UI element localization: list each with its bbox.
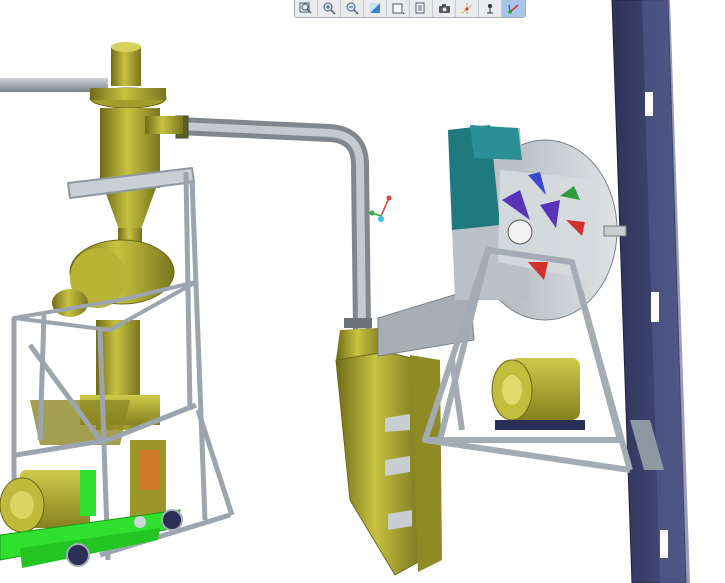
zoom-out-icon xyxy=(346,2,359,15)
saved-views-button[interactable] xyxy=(433,0,456,17)
bag-filter-hopper[interactable] xyxy=(335,328,442,576)
fan-motor[interactable] xyxy=(491,358,585,430)
point-display-button[interactable] xyxy=(479,0,502,17)
zoom-fit-button[interactable] xyxy=(295,0,318,17)
shading-icon xyxy=(369,3,380,13)
view-orientation-icon xyxy=(392,3,405,14)
zoom-in-button[interactable] xyxy=(318,0,341,17)
camera-icon xyxy=(438,4,450,13)
cyclone-separator[interactable] xyxy=(89,42,183,248)
datum-csys-button[interactable] xyxy=(502,0,525,17)
duct-pipe[interactable] xyxy=(175,115,372,331)
left-motor[interactable] xyxy=(0,470,96,533)
zoom-out-button[interactable] xyxy=(341,0,364,17)
axis-display-button[interactable] xyxy=(456,0,479,17)
zoom-in-icon xyxy=(323,2,336,15)
graphics-toolbar xyxy=(294,0,526,18)
csys-triad-icon xyxy=(369,195,392,222)
datum-csys-icon xyxy=(508,4,519,14)
3d-model-viewport[interactable] xyxy=(0,0,725,583)
structural-column[interactable] xyxy=(611,0,690,583)
view-orientation-button[interactable] xyxy=(387,0,410,17)
zoom-fit-icon xyxy=(299,2,312,14)
display-style-icon xyxy=(415,2,424,14)
axis-display-icon xyxy=(461,3,472,14)
shading-button[interactable] xyxy=(364,0,387,17)
point-display-icon xyxy=(486,4,493,14)
display-style-button[interactable] xyxy=(410,0,433,17)
